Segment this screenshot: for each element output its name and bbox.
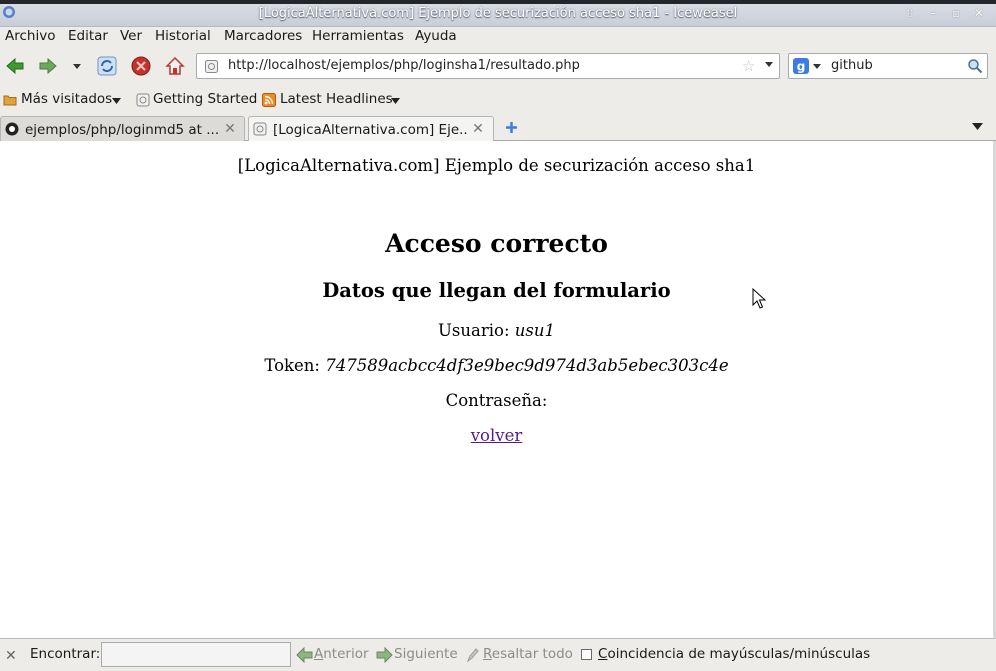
highlight-all-button[interactable]: Resaltar todo [483,646,573,662]
url-text: http://localhost/ejemplos/php/loginsha1/… [228,58,580,73]
find-next-button[interactable]: Siguiente [394,646,458,662]
find-next-icon [376,647,393,663]
search-input[interactable]: github [831,58,873,73]
menu-marcadores[interactable]: Marcadores [224,28,302,44]
window-maximize-icon[interactable]: ▫ [949,6,963,20]
tab-list-dropdown-icon[interactable] [972,123,983,131]
browser-window: [LogicaAlternativa.com] Ejemplo de secur… [0,0,996,671]
mas-visitados-dropdown-icon[interactable] [112,98,121,105]
usuario-row: Usuario: usu1 [0,321,993,340]
section-heading: Datos que llegan del formulario [322,279,671,302]
tab-loginmd5[interactable]: ejemplos/php/loginmd5 at ... ✕ [0,116,245,141]
tab-label: [LogicaAlternativa.com] Eje... [273,122,469,138]
token-label: Token: [264,356,320,375]
tab-close-icon[interactable]: ✕ [223,122,237,136]
forward-icon[interactable] [37,55,59,77]
back-row: volver [0,426,993,445]
find-previous-button[interactable]: Anterior [314,646,369,662]
stop-icon[interactable] [130,55,152,77]
bookmark-getting-started[interactable]: Getting Started [153,91,257,107]
password-row: Contraseña: [0,391,993,410]
page-favicon-icon [253,122,267,136]
tab-strip: ejemplos/php/loginmd5 at ... ✕ [LogicaAl… [0,114,996,142]
new-tab-icon[interactable] [504,120,519,135]
find-bar: ✕ Encontrar: Anterior Siguiente Resaltar… [0,638,996,671]
tab-label: ejemplos/php/loginmd5 at ... [25,122,220,138]
menu-ver[interactable]: Ver [120,28,142,44]
token-value: 747589acbcc4df3e9bec9d974d3ab5ebec303c4e [325,356,729,375]
page-favicon-icon [205,60,218,73]
window-minimize-icon[interactable]: – [926,6,940,20]
usuario-value: usu1 [514,321,555,340]
title-bar: [LogicaAlternativa.com] Ejemplo de secur… [0,0,996,27]
page-title: Acceso correcto [385,229,608,258]
mouse-cursor-icon [752,288,766,309]
window-title: [LogicaAlternativa.com] Ejemplo de secur… [258,6,738,21]
page-header: [LogicaAlternativa.com] Ejemplo de secur… [237,156,756,175]
search-icon[interactable] [967,58,983,74]
menu-herramientas[interactable]: Herramientas [312,28,404,44]
svg-text:g: g [797,60,806,74]
search-bar[interactable]: g github [788,53,988,79]
search-engine-dropdown-icon[interactable] [812,63,822,71]
find-input[interactable] [101,642,291,667]
bookmark-mas-visitados[interactable]: Más visitados [21,91,112,107]
menu-bar: Archivo Editar Ver Historial Marcadores … [0,27,996,47]
tab-loginsha1[interactable]: [LogicaAlternativa.com] Eje... ✕ [248,116,494,142]
menu-archivo[interactable]: Archivo [5,28,55,44]
menu-ayuda[interactable]: Ayuda [415,28,457,44]
find-previous-icon [296,647,313,663]
page-content: [LogicaAlternativa.com] Ejemplo de secur… [0,141,996,638]
window-shade-icon[interactable]: ⇧ [903,6,917,20]
password-label: Contraseña: [445,391,548,410]
google-engine-icon[interactable]: g [793,58,809,74]
url-dropdown-icon[interactable] [764,61,774,69]
back-link[interactable]: volver [471,426,523,445]
find-bar-close-icon[interactable]: ✕ [5,648,17,664]
github-icon [5,122,19,136]
url-bar[interactable]: http://localhost/ejemplos/php/loginsha1/… [196,53,780,79]
background-window-strip [0,0,996,4]
back-icon[interactable] [4,55,26,77]
bookmark-latest-headlines[interactable]: Latest Headlines [280,91,393,107]
folder-icon [3,95,17,106]
history-dropdown-icon[interactable] [66,55,88,77]
match-case-label[interactable]: Coincidencia de mayúsculas/minúsculas [598,646,870,662]
highlight-pen-icon [466,648,479,663]
menu-historial[interactable]: Historial [155,28,211,44]
bookmarks-toolbar: Más visitados Getting Started Latest Hea… [0,88,996,112]
tab-close-icon[interactable]: ✕ [471,122,485,136]
latest-headlines-dropdown-icon[interactable] [391,98,400,105]
usuario-label: Usuario: [438,321,510,340]
token-row: Token: 747589acbcc4df3e9bec9d974d3ab5ebe… [0,356,993,375]
reload-icon[interactable] [96,55,118,77]
rss-feed-icon [262,93,276,107]
home-icon[interactable] [164,55,186,77]
window-close-icon[interactable]: ✕ [972,6,986,20]
page-icon [136,93,150,107]
find-label: Encontrar: [30,646,101,662]
menu-editar[interactable]: Editar [68,28,108,44]
bookmark-star-icon[interactable]: ☆ [742,57,755,75]
match-case-checkbox[interactable] [581,649,592,660]
